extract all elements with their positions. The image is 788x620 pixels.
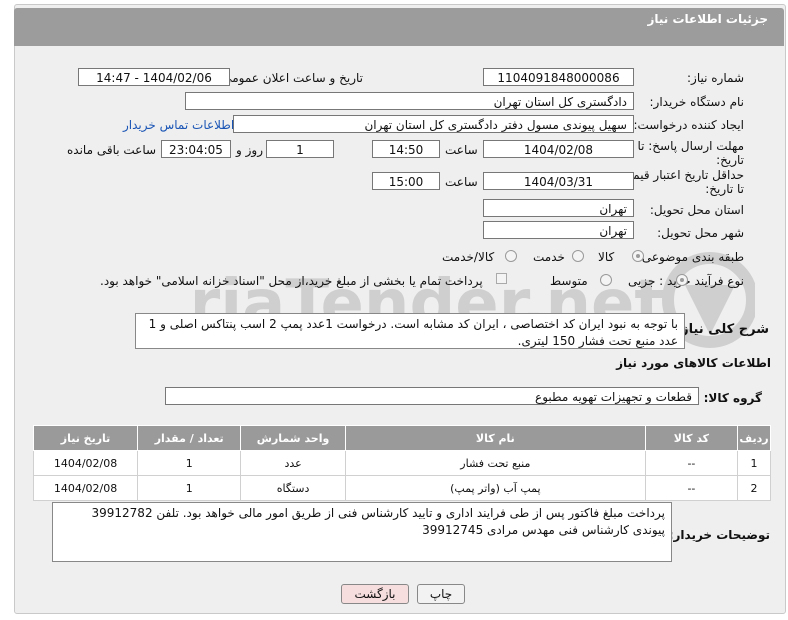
buyer-contact-link[interactable]: اطلاعات تماس خریدار (123, 118, 234, 132)
province-field: تهران (483, 199, 634, 217)
buyer-notes-label: توضیحات خریدار: (668, 528, 770, 542)
deadline-time-label: ساعت (445, 143, 478, 157)
cell-quantity: 1 (137, 475, 242, 501)
cell-row-number: 1 (737, 450, 771, 476)
print-button[interactable]: چاپ (417, 584, 465, 604)
table-row: 2 -- پمپ آب (واتر پمپ) دستگاه 1 1404/02/… (32, 475, 771, 501)
cell-need-date: 1404/02/08 (32, 475, 139, 501)
buyer-notes-textarea[interactable]: پرداخت مبلغ فاکتور پس از طی فرایند اداری… (52, 502, 672, 562)
province-label: استان محل تحویل: (649, 203, 744, 217)
treasury-payment-checkbox[interactable] (496, 273, 507, 284)
col-header-need-date: تاریخ نیاز (32, 425, 139, 451)
process-radio-minor[interactable] (676, 274, 688, 286)
cell-item-code: -- (644, 450, 739, 476)
cell-item-name: منبع تحت فشار (344, 450, 646, 476)
col-header-item-code: کد کالا (644, 425, 739, 451)
deadline-date-field: 1404/02/08 (483, 140, 634, 158)
page-title: جزئیات اطلاعات نیاز (647, 12, 768, 26)
cell-unit: دستگاه (240, 475, 346, 501)
payment-note: پرداخت تمام یا بخشی از مبلغ خرید،از محل … (100, 274, 483, 288)
need-number-field: 1104091848000086 (483, 68, 634, 86)
days-label: روز و (236, 143, 263, 157)
city-label: شهر محل تحویل: (657, 226, 744, 240)
goods-info-title: اطلاعات کالاهای مورد نیاز (616, 356, 771, 370)
items-table: ردیف کد کالا نام کالا واحد شمارش تعداد /… (32, 425, 771, 501)
need-number-label: شماره نیاز: (687, 71, 744, 85)
description-textarea[interactable]: با توجه به نبود ایران کد اختصاصی ، ایران… (135, 313, 685, 349)
announce-field: 1404/02/06 - 14:47 (78, 68, 230, 86)
remaining-label: ساعت باقی مانده (67, 143, 157, 157)
description-label: شرح کلی نیاز: (675, 322, 769, 337)
col-header-item-name: نام کالا (344, 425, 646, 451)
announce-label: تاریخ و ساعت اعلان عمومی: (218, 71, 363, 85)
cell-unit: عدد (240, 450, 346, 476)
category-radio-goods-service[interactable] (505, 250, 517, 262)
buyer-org-label: نام دستگاه خریدار: (649, 95, 745, 109)
remaining-time-field: 23:04:05 (161, 140, 231, 158)
goods-group-label: گروه کالا: (703, 391, 762, 405)
requester-field: سهیل پیوندی مسول دفتر دادگستری کل استان … (233, 115, 634, 133)
cell-row-number: 2 (737, 475, 771, 501)
cell-item-code: -- (644, 475, 739, 501)
process-label: نوع فرآیند خرید : (659, 274, 744, 288)
category-radio-service[interactable] (572, 250, 584, 262)
validity-time-field: 15:00 (372, 172, 440, 190)
category-option-goods: کالا (598, 250, 615, 264)
buyer-org-field: دادگستری کل استان تهران (185, 92, 634, 110)
cell-quantity: 1 (137, 450, 242, 476)
category-option-service: خدمت (533, 250, 565, 264)
validity-time-label: ساعت (445, 175, 478, 189)
city-field: تهران (483, 221, 634, 239)
process-option-medium: متوسط (550, 274, 588, 288)
validity-date-field: 1404/03/31 (483, 172, 634, 190)
category-radio-goods[interactable] (632, 250, 644, 262)
col-header-unit: واحد شمارش (240, 425, 346, 451)
requester-label: ایجاد کننده درخواست: (633, 118, 744, 132)
table-row: 1 -- منبع تحت فشار عدد 1 1404/02/08 (32, 450, 771, 476)
deadline-time-field: 14:50 (372, 140, 440, 158)
col-header-row-number: ردیف (737, 425, 771, 451)
table-header-row: ردیف کد کالا نام کالا واحد شمارش تعداد /… (32, 425, 771, 451)
process-option-minor: جزیی (628, 274, 656, 288)
deadline-label: مهلت ارسال پاسخ: تا تاریخ: (637, 139, 744, 167)
category-option-goods-service: کالا/خدمت (442, 250, 495, 264)
cell-item-name: پمپ آب (واتر پمپ) (344, 475, 646, 501)
category-label: طبقه بندی موضوعی: (637, 250, 744, 264)
col-header-quantity: تعداد / مقدار (137, 425, 242, 451)
back-button[interactable]: بازگشت (341, 584, 409, 604)
process-radio-medium[interactable] (600, 274, 612, 286)
cell-need-date: 1404/02/08 (32, 450, 139, 476)
goods-group-field: قطعات و تجهیزات تهویه مطبوع (165, 387, 699, 405)
days-field: 1 (266, 140, 334, 158)
